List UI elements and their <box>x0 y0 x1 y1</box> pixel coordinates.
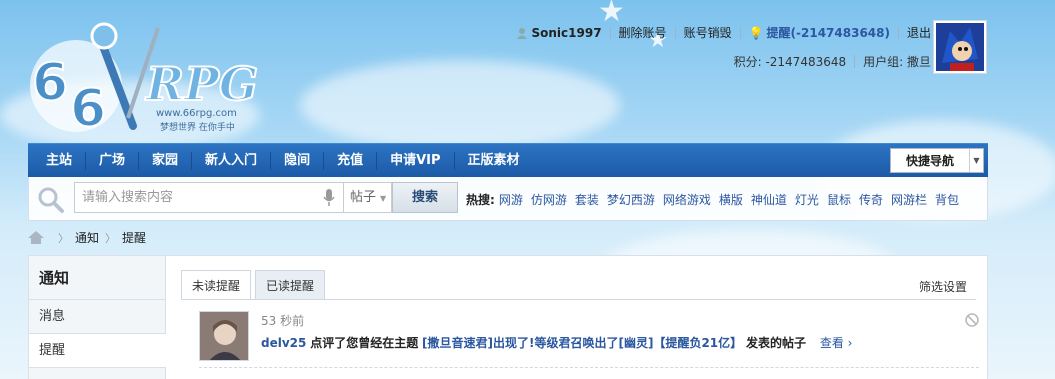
search-button[interactable]: 搜索 <box>392 182 458 213</box>
site-logo[interactable]: 6 6 RPG www.66rpg.com 梦想世界 在你手中 <box>28 8 278 140</box>
usergroup-text[interactable]: 用户组: 撒旦 <box>863 53 931 70</box>
svg-text:6: 6 <box>70 79 106 136</box>
notice-action: 点评了您曾经在主题 <box>310 336 419 350</box>
chevron-down-icon: ▼ <box>969 149 983 172</box>
search-type-value: 帖子 <box>350 190 377 205</box>
notice-time: 53 秒前 <box>261 314 305 328</box>
points-text[interactable]: 积分: -2147483648 <box>734 53 847 70</box>
main-content: 未读提醒 已读提醒 筛选设置 53 秒前 delv25 点评了您曾经在主题 [撒… <box>166 255 988 379</box>
sidebar: 通知 消息 提醒 <box>28 255 168 379</box>
ignore-icon[interactable] <box>965 313 979 327</box>
search-type-select[interactable]: 帖子 ▼ <box>344 182 392 213</box>
sidebar-item-messages[interactable]: 消息 <box>29 300 165 334</box>
nav-item-hidden[interactable]: 隐间 <box>271 151 325 170</box>
notice-topic-link[interactable]: [撒旦音速君]出现了!等级君召唤出了[幽灵]【提醒负21亿】 <box>422 336 742 350</box>
tab-bar: 未读提醒 已读提醒 <box>181 270 329 300</box>
hot-keyword[interactable]: 背包 <box>935 191 959 208</box>
nav-item-recharge[interactable]: 充值 <box>324 151 378 170</box>
nav-item-square[interactable]: 广场 <box>86 151 140 170</box>
divider <box>199 367 979 368</box>
microphone-icon[interactable] <box>323 189 335 206</box>
filter-settings-link[interactable]: 筛选设置 <box>919 278 967 295</box>
divider <box>739 26 741 39</box>
nav-item-home[interactable]: 家园 <box>139 151 193 170</box>
breadcrumb: 〉 通知 〉 提醒 <box>28 229 146 246</box>
svg-text:梦想世界 在你手中: 梦想世界 在你手中 <box>160 121 235 133</box>
hot-keyword[interactable]: 鼠标 <box>827 191 851 208</box>
divider <box>897 26 899 39</box>
breadcrumb-separator: 〉 <box>58 231 69 245</box>
account-cancel-link[interactable]: 账号销毁 <box>684 24 732 41</box>
user-icon <box>516 27 528 39</box>
view-link[interactable]: 查看 › <box>820 336 853 350</box>
hot-keyword[interactable]: 套装 <box>575 191 599 208</box>
main-nav: 主站 广场 家园 新人入门 隐间 充值 申请VIP 正版素材 快捷导航 ▼ <box>28 143 988 177</box>
avatar[interactable] <box>199 311 249 361</box>
hot-keyword[interactable]: 灯光 <box>795 191 819 208</box>
search-input[interactable]: 请输入搜索内容 <box>74 182 344 213</box>
search-bar: 请输入搜索内容 帖子 ▼ 搜索 热搜: 网游 仿网游 套装 梦幻西游 网络游戏 横… <box>28 177 988 221</box>
nav-item-assets[interactable]: 正版素材 <box>455 152 533 170</box>
cloud-decoration <box>300 60 620 150</box>
hot-keyword[interactable]: 网络游戏 <box>663 191 711 208</box>
notice-user-link[interactable]: delv25 <box>261 336 306 350</box>
notice-suffix: 发表的帖子 <box>746 336 807 350</box>
hot-keyword[interactable]: 仿网游 <box>531 191 567 208</box>
avatar-image <box>936 23 984 71</box>
nav-item-vip[interactable]: 申请VIP <box>377 151 455 170</box>
hot-keyword[interactable]: 梦幻西游 <box>607 191 655 208</box>
svg-text:RPG: RPG <box>144 57 258 111</box>
logo-graphic: 6 6 RPG www.66rpg.com 梦想世界 在你手中 <box>30 22 259 140</box>
svg-text:www.66rpg.com: www.66rpg.com <box>156 108 237 119</box>
sidebar-item-reminders[interactable]: 提醒 <box>29 334 168 368</box>
user-avatar[interactable] <box>933 20 987 74</box>
sidebar-title: 通知 <box>29 256 165 300</box>
quick-nav-label: 快捷导航 <box>905 154 954 168</box>
breadcrumb-item[interactable]: 提醒 <box>122 229 146 246</box>
hot-keywords: 热搜: 网游 仿网游 套装 梦幻西游 网络游戏 横版 神仙道 灯光 鼠标 传奇 … <box>466 191 967 208</box>
hot-keyword[interactable]: 传奇 <box>859 191 883 208</box>
hot-keyword[interactable]: 神仙道 <box>751 191 787 208</box>
username-link[interactable]: Sonic1997 <box>531 26 601 40</box>
hot-keyword[interactable]: 网游栏 <box>891 191 927 208</box>
chevron-down-icon: ▼ <box>380 194 387 203</box>
nav-item-newbie[interactable]: 新人入门 <box>192 151 272 170</box>
user-info: 积分: -2147483648 用户组: 撒旦 <box>734 53 931 70</box>
home-icon[interactable] <box>28 231 44 244</box>
divider <box>181 299 976 300</box>
breadcrumb-item[interactable]: 通知 <box>75 229 99 246</box>
tab-unread[interactable]: 未读提醒 <box>181 270 252 300</box>
user-bar: Sonic1997 删除账号 账号销毁 💡 提醒(-2147483648) 退出 <box>516 24 931 41</box>
nav-item-main[interactable]: 主站 <box>33 151 87 170</box>
divider <box>674 26 676 39</box>
breadcrumb-separator: 〉 <box>105 231 117 245</box>
tab-read[interactable]: 已读提醒 <box>255 270 326 300</box>
svg-text:6: 6 <box>32 53 68 113</box>
bulb-icon: 💡 <box>748 25 764 40</box>
delete-account-link[interactable]: 删除账号 <box>619 24 667 41</box>
avatar-image <box>200 312 248 360</box>
logout-link[interactable]: 退出 <box>907 24 931 41</box>
divider <box>609 26 611 39</box>
hot-keyword[interactable]: 网游 <box>499 191 523 208</box>
search-icon <box>38 187 64 213</box>
remind-link[interactable]: 提醒(-2147483648) <box>767 24 890 41</box>
hot-keyword[interactable]: 横版 <box>719 191 743 208</box>
quick-nav-button[interactable]: 快捷导航 ▼ <box>890 148 984 173</box>
notice-text: delv25 点评了您曾经在主题 [撒旦音速君]出现了!等级君召唤出了[幽灵]【… <box>261 334 852 351</box>
hot-label: 热搜: <box>466 193 495 207</box>
divider <box>854 55 856 68</box>
